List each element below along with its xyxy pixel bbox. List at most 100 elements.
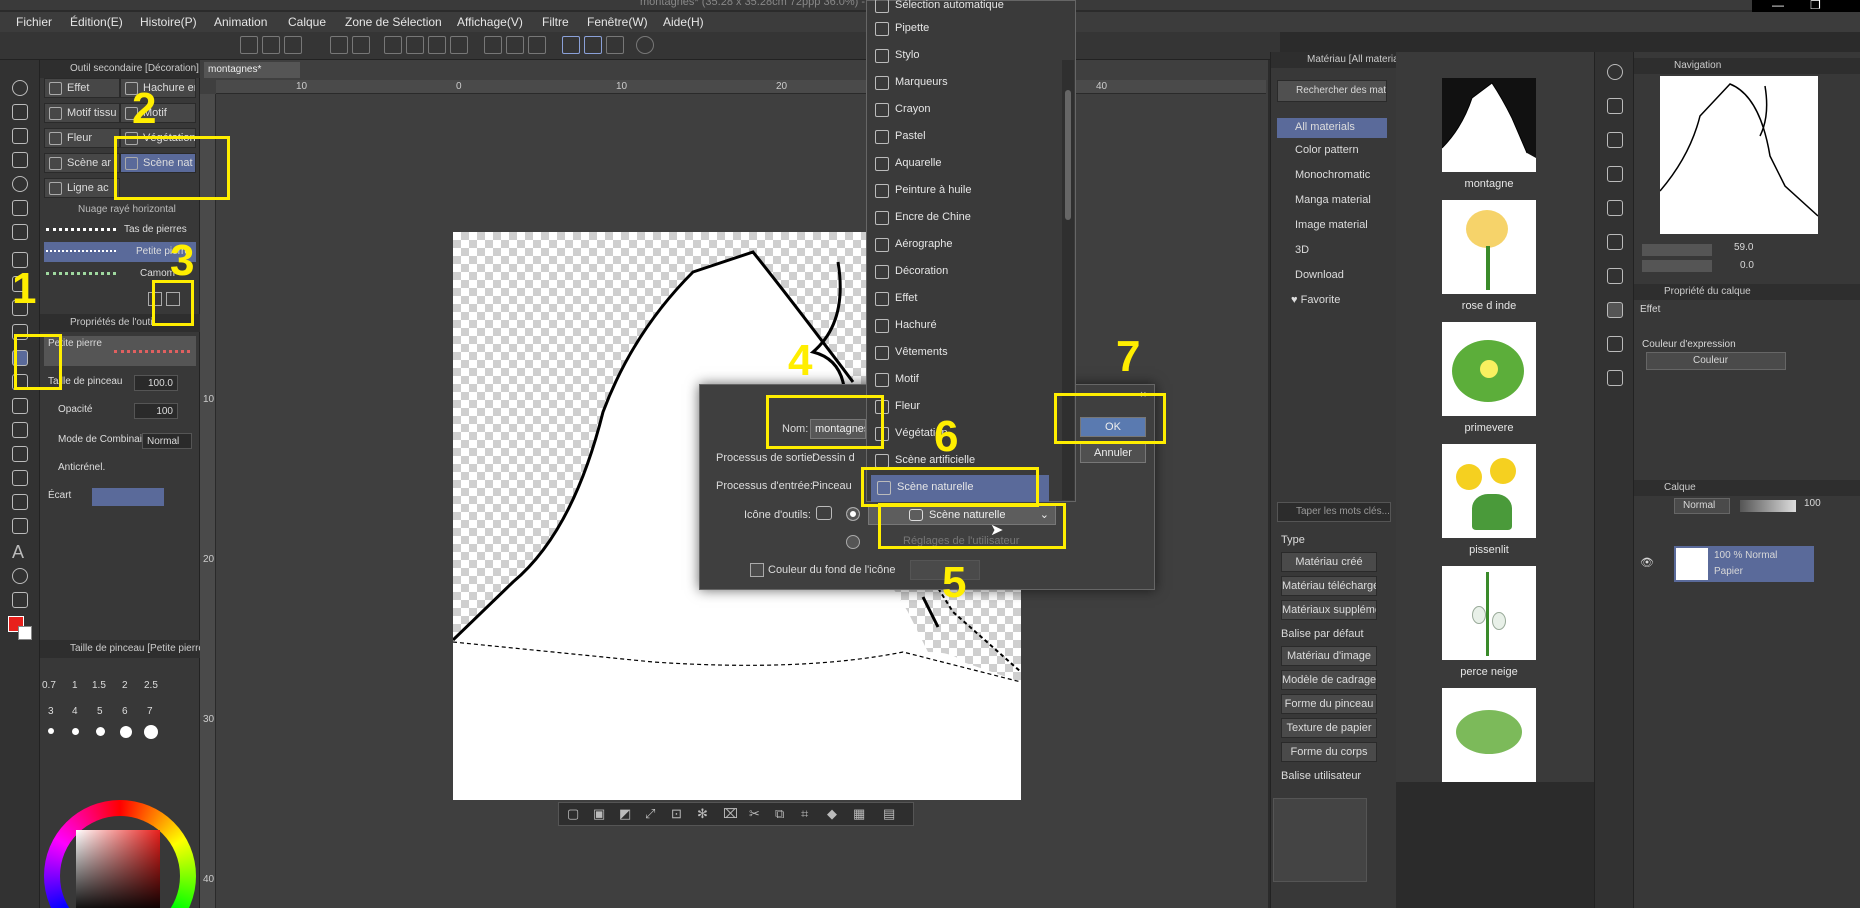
- menu-selection[interactable]: Zone de Sélection: [345, 15, 442, 29]
- material-panel-icon[interactable]: [1607, 302, 1623, 318]
- navigator-preview[interactable]: [1659, 76, 1819, 234]
- size-preset[interactable]: 1: [72, 680, 78, 691]
- sub-color-swatch[interactable]: [18, 626, 32, 640]
- dropdown-item[interactable]: Motif: [867, 367, 1063, 394]
- camera-icon[interactable]: [1607, 336, 1623, 352]
- color-square[interactable]: [76, 830, 160, 908]
- close-icon[interactable]: [1607, 98, 1623, 114]
- tag-button[interactable]: Forme du pinceau: [1281, 694, 1377, 714]
- expression-color-select[interactable]: Couleur: [1646, 352, 1786, 370]
- size-preset[interactable]: 5: [97, 706, 103, 717]
- dropdown-item[interactable]: Hachuré: [867, 313, 1063, 340]
- material-item[interactable]: rose d inde: [1442, 200, 1536, 312]
- menu-filtre[interactable]: Filtre: [542, 15, 569, 29]
- document-tab[interactable]: montagnes*: [204, 62, 300, 78]
- gear-icon[interactable]: ✻: [697, 806, 708, 822]
- fill-tool-icon[interactable]: [12, 422, 28, 438]
- dropdown-item[interactable]: Effet: [867, 286, 1063, 313]
- tag-button[interactable]: Matériau téléchargé: [1281, 576, 1377, 596]
- ruler-icon[interactable]: [12, 518, 28, 534]
- undo-icon[interactable]: [330, 36, 348, 54]
- clear-icon[interactable]: [384, 36, 402, 54]
- clear-outside-icon[interactable]: [406, 36, 424, 54]
- size-preset[interactable]: 2: [122, 680, 128, 691]
- panel-icon[interactable]: [1607, 234, 1623, 250]
- size-preset[interactable]: 1.5: [92, 680, 106, 691]
- shrink-icon[interactable]: ⊡: [671, 806, 682, 822]
- auto-select-icon[interactable]: [12, 200, 28, 216]
- deselect-icon[interactable]: [484, 36, 502, 54]
- tree-item[interactable]: 3D: [1295, 244, 1309, 256]
- scroll-thumb[interactable]: [1065, 90, 1071, 220]
- layer-blend-select[interactable]: Normal: [1674, 498, 1730, 514]
- zoom-icon[interactable]: [12, 80, 28, 96]
- dropdown-item[interactable]: Végétation: [867, 421, 1063, 448]
- clear-outside-icon[interactable]: ▣: [593, 806, 605, 822]
- group-effet[interactable]: Effet: [44, 78, 120, 98]
- eye-icon[interactable]: 👁: [1640, 556, 1654, 569]
- clear-icon[interactable]: ⌧: [723, 806, 738, 822]
- menu-edition[interactable]: Édition(E): [70, 15, 123, 29]
- color-wheel[interactable]: [44, 800, 196, 908]
- balloon-icon[interactable]: [12, 568, 28, 584]
- operation-icon[interactable]: [12, 128, 28, 144]
- group-scene-artificielle[interactable]: Scène ar: [44, 153, 120, 173]
- dropdown-item[interactable]: Stylo: [867, 43, 1063, 70]
- menu-affichage[interactable]: Affichage(V): [457, 15, 523, 29]
- new-tone-icon[interactable]: ▦: [853, 806, 865, 822]
- size-preset[interactable]: 2.5: [144, 680, 158, 691]
- material-item[interactable]: [1442, 688, 1536, 782]
- brush-size-value[interactable]: 100.0: [134, 375, 178, 391]
- menu-aide[interactable]: Aide(H): [663, 15, 704, 29]
- snap-special-ruler-icon[interactable]: [584, 36, 602, 54]
- open-file-icon[interactable]: [262, 36, 280, 54]
- blend-mode-select[interactable]: Normal: [142, 433, 192, 449]
- dropdown-item[interactable]: Vêtements: [867, 340, 1063, 367]
- tag-button[interactable]: Matériau créé: [1281, 552, 1377, 572]
- tree-item[interactable]: Monochromatic: [1295, 169, 1370, 181]
- search-materials-button[interactable]: Rechercher des matériaux: [1277, 80, 1387, 102]
- correct-line-icon[interactable]: [12, 592, 28, 608]
- layer-row[interactable]: 100 % Normal Papier: [1674, 546, 1814, 582]
- zoom-slider[interactable]: [1642, 244, 1712, 256]
- group-motif-tissu[interactable]: Motif tissu: [44, 103, 120, 123]
- spacing-slider[interactable]: [92, 488, 164, 506]
- material-item[interactable]: pissenlit: [1442, 444, 1536, 556]
- keyword-search-input[interactable]: Taper les mots clés...: [1277, 502, 1391, 522]
- tree-item[interactable]: Color pattern: [1295, 144, 1359, 156]
- eyedropper-icon[interactable]: [12, 224, 28, 240]
- tag-button[interactable]: Matériaux supplémentaires: [1281, 600, 1377, 620]
- text-icon[interactable]: A: [12, 542, 28, 562]
- tree-item-favorite[interactable]: ♥ Favorite: [1291, 294, 1340, 306]
- size-preset[interactable]: 6: [122, 706, 128, 717]
- layer-icon[interactable]: [1607, 132, 1623, 148]
- snap-ruler-icon[interactable]: [562, 36, 580, 54]
- opacity-value[interactable]: 100: [134, 403, 178, 419]
- expand-icon[interactable]: ⤢: [645, 806, 655, 822]
- menu-fichier[interactable]: Fichier: [16, 15, 52, 29]
- cut-icon[interactable]: ✂: [749, 806, 760, 822]
- material-item[interactable]: montagne: [1442, 78, 1536, 190]
- blend-icon[interactable]: [12, 398, 28, 414]
- menu-animation[interactable]: Animation: [214, 15, 267, 29]
- invert-icon[interactable]: ◩: [619, 806, 631, 822]
- deselect-icon[interactable]: ▢: [567, 806, 579, 822]
- rotate-value[interactable]: 0.0: [1740, 260, 1754, 271]
- dropdown-item[interactable]: Marqueurs: [867, 70, 1063, 97]
- copy-icon[interactable]: ⧉: [775, 806, 784, 822]
- lasso-icon[interactable]: [12, 176, 28, 192]
- close-icon[interactable]: [1607, 166, 1623, 182]
- tree-item[interactable]: Image material: [1295, 219, 1368, 231]
- transform-icon[interactable]: ⌗: [801, 806, 808, 822]
- panel-icon[interactable]: [1607, 268, 1623, 284]
- dropdown-item[interactable]: Fleur: [867, 394, 1063, 421]
- new-file-icon[interactable]: [240, 36, 258, 54]
- snap-grid-icon[interactable]: [606, 36, 624, 54]
- help-icon[interactable]: [636, 36, 654, 54]
- size-preset[interactable]: 0.7: [42, 680, 56, 691]
- tree-item-all[interactable]: All materials: [1277, 118, 1387, 138]
- dropdown-item[interactable]: Décoration: [867, 259, 1063, 286]
- material-item[interactable]: perce neige: [1442, 566, 1536, 678]
- move-layer-icon[interactable]: [12, 152, 28, 168]
- group-fleur[interactable]: Fleur: [44, 128, 120, 148]
